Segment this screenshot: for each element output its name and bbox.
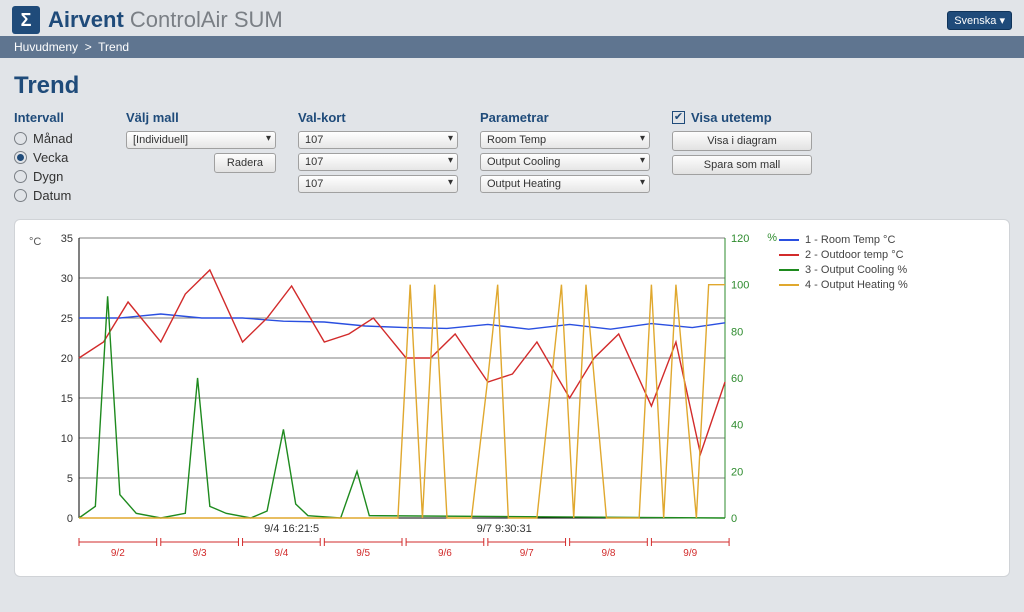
delete-button[interactable]: Radera <box>214 153 276 173</box>
interval-label: Intervall <box>14 110 104 125</box>
legend-item: 4 - Output Heating % <box>779 279 908 291</box>
svg-text:35: 35 <box>61 233 73 245</box>
legend-swatch <box>779 284 799 286</box>
svg-text:80: 80 <box>731 326 743 338</box>
card-select-0[interactable]: 107 <box>298 131 458 149</box>
svg-text:9/3: 9/3 <box>193 548 207 559</box>
breadcrumb: Huvudmeny > Trend <box>0 36 1024 58</box>
legend-swatch <box>779 239 799 241</box>
svg-text:9/5: 9/5 <box>356 548 370 559</box>
svg-text:9/2: 9/2 <box>111 548 125 559</box>
right-axis-unit: % <box>767 232 777 244</box>
svg-text:100: 100 <box>731 280 749 292</box>
svg-text:20: 20 <box>61 353 73 365</box>
param-select-2[interactable]: Output Heating <box>480 175 650 193</box>
chart-legend: 1 - Room Temp °C 2 - Outdoor temp °C 3 - O… <box>779 230 908 570</box>
card-select-1[interactable]: 107 <box>298 153 458 171</box>
card-select-2[interactable]: 107 <box>298 175 458 193</box>
param-select-1[interactable]: Output Cooling <box>480 153 650 171</box>
interval-option-månad[interactable]: Månad <box>14 131 104 146</box>
legend-item: 3 - Output Cooling % <box>779 264 908 276</box>
svg-text:9/6: 9/6 <box>438 548 452 559</box>
card-label: Val-kort <box>298 110 458 125</box>
chart-area[interactable]: 0 5 10 15 20 25 30 35 0 20 40 60 80 100 120 9/2 9/3 9/4 9/… <box>31 230 771 570</box>
svg-text:0: 0 <box>731 513 737 525</box>
show-outdoor-checkbox[interactable]: ✔ <box>672 111 685 124</box>
radio-icon <box>14 189 27 202</box>
logo-icon: Σ <box>12 6 40 34</box>
svg-text:10: 10 <box>61 433 73 445</box>
legend-item: 1 - Room Temp °C <box>779 234 908 246</box>
svg-text:5: 5 <box>67 473 73 485</box>
legend-swatch <box>779 269 799 271</box>
legend-item: 2 - Outdoor temp °C <box>779 249 908 261</box>
svg-text:25: 25 <box>61 313 73 325</box>
save-template-button[interactable]: Spara som mall <box>672 155 812 175</box>
brand: Σ Airvent ControlAir SUM <box>12 6 283 34</box>
param-select-0[interactable]: Room Temp <box>480 131 650 149</box>
legend-swatch <box>779 254 799 256</box>
svg-text:40: 40 <box>731 420 743 432</box>
svg-text:9/7 9:30:31: 9/7 9:30:31 <box>477 523 532 535</box>
svg-text:9/9: 9/9 <box>683 548 697 559</box>
language-select[interactable]: Svenska ▾ <box>947 11 1012 30</box>
radio-icon <box>14 151 27 164</box>
brand-name: Airvent <box>48 7 124 32</box>
template-label: Välj mall <box>126 110 276 125</box>
radio-icon <box>14 132 27 145</box>
svg-text:9/8: 9/8 <box>602 548 616 559</box>
param-label: Parametrar <box>480 110 650 125</box>
breadcrumb-home[interactable]: Huvudmeny <box>14 40 78 54</box>
interval-option-dygn[interactable]: Dygn <box>14 169 104 184</box>
trend-chart: 0 5 10 15 20 25 30 35 0 20 40 60 80 100 120 9/2 9/3 9/4 9/… <box>31 230 771 570</box>
chart-card: °C 051015202530350204060801001209/29/39/… <box>14 219 1010 577</box>
svg-text:9/4: 9/4 <box>274 548 288 559</box>
svg-text:9/4 16:21:5: 9/4 16:21:5 <box>264 523 319 535</box>
show-chart-button[interactable]: Visa i diagram <box>672 131 812 151</box>
svg-text:0: 0 <box>67 513 73 525</box>
page-title: Trend <box>14 72 1010 100</box>
brand-sub: ControlAir SUM <box>130 7 283 32</box>
svg-text:15: 15 <box>61 393 73 405</box>
svg-text:20: 20 <box>731 466 743 478</box>
svg-text:120: 120 <box>731 233 749 245</box>
svg-text:30: 30 <box>61 273 73 285</box>
breadcrumb-current: Trend <box>98 40 129 54</box>
interval-option-datum[interactable]: Datum <box>14 188 104 203</box>
svg-text:9/7: 9/7 <box>520 548 534 559</box>
radio-icon <box>14 170 27 183</box>
interval-option-vecka[interactable]: Vecka <box>14 150 104 165</box>
template-select[interactable]: [Individuell] <box>126 131 276 149</box>
show-outdoor-label: Visa utetemp <box>691 110 772 125</box>
svg-text:60: 60 <box>731 373 743 385</box>
